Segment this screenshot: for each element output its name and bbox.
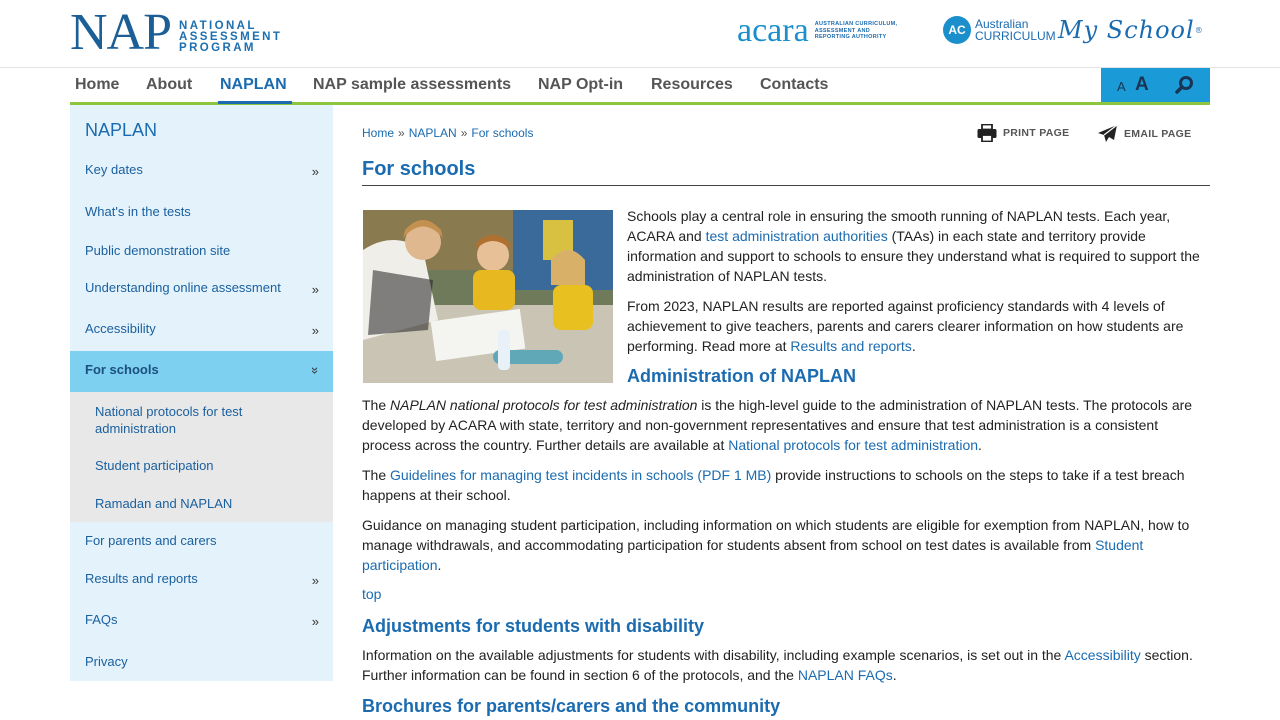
breadcrumb-separator-icon: » (398, 126, 405, 140)
nav-nap-optin[interactable]: NAP Opt-in (538, 76, 623, 94)
heading-administration: Administration of NAPLAN (627, 366, 856, 386)
heading-adjustments: Adjustments for students with disability (362, 616, 705, 636)
ac-badge-icon: AC (943, 16, 971, 44)
breadcrumb-current[interactable]: For schools (471, 126, 533, 140)
print-page-button[interactable]: PRINT PAGE (977, 124, 1069, 142)
main-nav: Home About NAPLAN NAP sample assessments… (70, 68, 1210, 105)
chevron-right-icon: » (311, 282, 319, 297)
chevron-down-icon: » (307, 366, 323, 375)
page-title: For schools (362, 158, 476, 180)
link-test-incidents-guidelines[interactable]: Guidelines for managing test incidents i… (390, 467, 771, 483)
acara-logo[interactable]: acara Australian Curriculum, Assessment … (737, 14, 905, 48)
link-naplan-faqs[interactable]: NAPLAN FAQs (798, 667, 893, 683)
chevron-right-icon: » (311, 164, 319, 179)
classroom-photo-illustration (363, 210, 613, 383)
site-header: NAP NATIONAL ASSESSMENT PROGRAM acara Au… (0, 0, 1280, 68)
sidebar-subitem-ramadan[interactable]: Ramadan and NAPLAN (95, 495, 295, 512)
email-page-button[interactable]: EMAIL PAGE (1097, 124, 1191, 144)
sidebar-submenu: National protocols for test administrati… (70, 392, 333, 522)
sidebar-subitem-protocols[interactable]: National protocols for test administrati… (95, 403, 295, 437)
nav-home[interactable]: Home (75, 76, 119, 94)
link-results-reports[interactable]: Results and reports (790, 338, 911, 354)
admin-paragraph-1: The NAPLAN national protocols for test a… (362, 397, 1193, 453)
nav-naplan[interactable]: NAPLAN (218, 76, 292, 104)
paper-plane-icon (1098, 124, 1118, 142)
nav-contacts[interactable]: Contacts (760, 76, 828, 94)
logo-subtitle: NATIONAL ASSESSMENT PROGRAM (179, 20, 283, 54)
sidebar: NAPLAN Key dates » What's in the tests P… (70, 105, 333, 681)
admin-paragraph-3: Guidance on managing student participati… (362, 517, 1190, 573)
breadcrumb-home[interactable]: Home (362, 126, 394, 140)
breadcrumb-separator-icon: » (460, 126, 468, 140)
sidebar-subitem-student-participation[interactable]: Student participation (95, 457, 295, 474)
adjustments-paragraph: Information on the available adjustments… (362, 647, 1193, 683)
font-decrease-button[interactable]: A (1117, 79, 1126, 94)
title-divider (362, 185, 1210, 186)
nap-logo[interactable]: NAP NATIONAL ASSESSMENT PROGRAM (70, 4, 283, 61)
chevron-right-icon: » (311, 614, 319, 629)
link-national-protocols[interactable]: National protocols for test administrati… (728, 437, 978, 453)
myschool-logo[interactable]: My School ® (1058, 16, 1204, 44)
printer-icon (977, 124, 997, 142)
logo-main: NAP (70, 4, 172, 61)
heading-brochures: Brochures for parents/carers and the com… (362, 696, 781, 716)
chevron-right-icon: » (311, 573, 319, 588)
admin-paragraph-2: The Guidelines for managing test inciden… (362, 467, 1185, 503)
classroom-photo (363, 210, 613, 383)
breadcrumb: Home» NAPLAN» For schools (362, 126, 533, 140)
link-test-admin-authorities[interactable]: test administration authorities (706, 228, 888, 244)
intro-paragraph-2: From 2023, NAPLAN results are reported a… (627, 298, 1184, 354)
search-icon[interactable] (1175, 75, 1195, 95)
nav-resources[interactable]: Resources (651, 76, 733, 94)
font-increase-button[interactable]: A (1135, 74, 1149, 96)
sidebar-title[interactable]: NAPLAN (85, 120, 157, 141)
chevron-right-icon: » (311, 323, 319, 338)
back-to-top-link[interactable]: top (362, 586, 381, 602)
australian-curriculum-logo[interactable]: AC Australian CURRICULUM (943, 16, 1056, 44)
nav-about[interactable]: About (146, 76, 192, 94)
breadcrumb-naplan[interactable]: NAPLAN (409, 126, 457, 140)
nav-nap-sample[interactable]: NAP sample assessments (313, 76, 511, 94)
intro-paragraph-1: Schools play a central role in ensuring … (627, 208, 1200, 284)
link-accessibility[interactable]: Accessibility (1064, 647, 1140, 663)
nav-tools: A A (1101, 68, 1210, 102)
sidebar-item-for-schools[interactable]: For schools » (70, 351, 333, 392)
